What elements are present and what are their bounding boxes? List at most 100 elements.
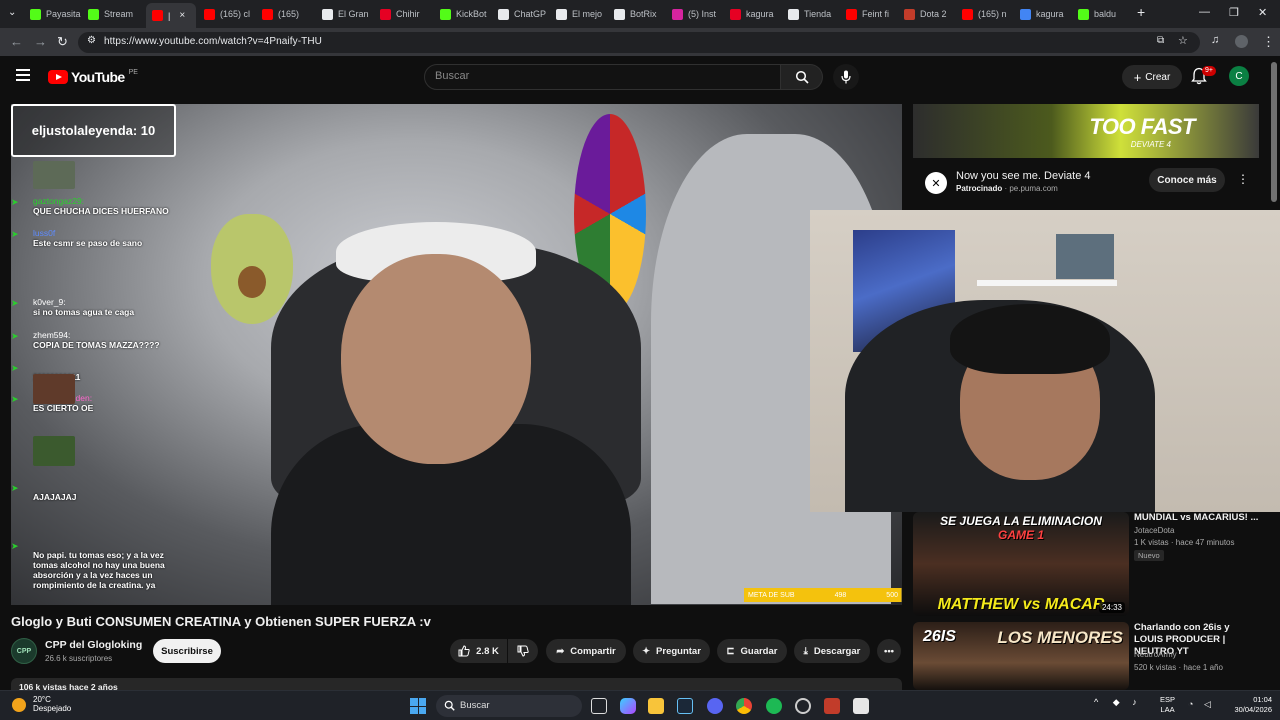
profile-icon[interactable] [1235, 35, 1248, 48]
browser-tab[interactable]: Stream [88, 4, 142, 24]
file-explorer-icon[interactable] [648, 698, 664, 714]
account-avatar[interactable]: C [1229, 66, 1249, 86]
close-tab-icon[interactable]: × [179, 10, 185, 21]
calculator-icon[interactable] [853, 698, 869, 714]
browser-tab[interactable]: Payasita [30, 4, 84, 24]
volume-icon[interactable]: ◁ [1204, 699, 1211, 710]
download-button[interactable]: ⤓ Descargar [794, 639, 870, 663]
browser-tab[interactable]: El Gran [322, 4, 376, 24]
chrome-icon[interactable] [736, 698, 752, 714]
country-code: PE [128, 68, 138, 76]
taskbar-clock[interactable]: 01:04 30/04/2026 [1222, 695, 1272, 715]
browser-tab[interactable]: kagura [1020, 4, 1074, 24]
restore-icon[interactable]: ❐ [1229, 6, 1239, 19]
browser-tab[interactable]: Dota 2 [904, 4, 958, 24]
ad-title[interactable]: Now you see me. Deviate 4 [956, 170, 1091, 182]
ad-cta-button[interactable]: Conoce más [1149, 168, 1225, 192]
chevron-up-icon[interactable]: ^ [1094, 697, 1098, 707]
bookmark-star-icon[interactable]: ☆ [1178, 34, 1188, 47]
recommended-channel[interactable]: JotaceDota [1134, 526, 1174, 535]
chat-emote [33, 374, 75, 404]
channel-name[interactable]: CPP del Glogloking [45, 639, 142, 651]
install-app-icon[interactable]: ⧉ [1157, 35, 1164, 46]
wifi-icon[interactable]: ◔ [1188, 699, 1193, 709]
youtube-play-icon [48, 70, 68, 84]
sub-goal-label: META DE SUB [748, 591, 795, 599]
new-tab-button[interactable]: + [1137, 4, 1145, 20]
browser-tab[interactable]: Feint fi [846, 4, 900, 24]
spotify-icon[interactable] [766, 698, 782, 714]
language-indicator[interactable]: ESP LAA [1160, 695, 1175, 715]
browser-tab[interactable]: kagura [730, 4, 784, 24]
subscribe-button[interactable]: Suscribirse [153, 639, 221, 663]
site-info-icon[interactable]: ⚙ [87, 35, 96, 46]
browser-menu-icon[interactable]: ⋮ [1262, 34, 1275, 50]
copilot-icon[interactable] [620, 698, 636, 714]
tab-title: Stream [104, 9, 134, 19]
video-title: Gloglo y Buti CONSUMEN CREATINA y Obtien… [11, 614, 431, 629]
ad-card[interactable]: TOO FAST DEVIATE 4 ✕ Now you see me. Dev… [913, 104, 1259, 206]
weather-widget[interactable]: 20°C Despejado [33, 695, 71, 713]
close-window-icon[interactable]: ✕ [1258, 6, 1267, 19]
forward-icon[interactable]: → [34, 34, 47, 49]
browser-tab[interactable]: KickBot [440, 4, 494, 24]
browser-tab[interactable]: baldu [1078, 4, 1132, 24]
recommended-thumbnail[interactable]: 26IS LOS MENORES [913, 622, 1129, 690]
share-button[interactable]: ➦ Compartir [546, 639, 626, 663]
browser-tab[interactable]: ChatGP [498, 4, 552, 24]
ad-banner[interactable]: TOO FAST DEVIATE 4 [913, 104, 1259, 158]
ad-more-icon[interactable]: ⋮ [1237, 172, 1249, 186]
browser-tab[interactable]: | × [146, 3, 196, 28]
browser-tab[interactable]: (165) cl [204, 4, 258, 24]
search-button[interactable] [781, 64, 823, 90]
taskbar-search[interactable]: Buscar [436, 695, 582, 717]
task-view-icon[interactable] [591, 698, 607, 714]
minimize-icon[interactable]: — [1199, 6, 1210, 18]
browser-tab[interactable]: El mejo [556, 4, 610, 24]
system-tray[interactable]: ^ ◆ ♪ [1094, 697, 1137, 708]
browser-tab[interactable]: (165) n [962, 4, 1016, 24]
page-scrollbar[interactable] [1271, 62, 1277, 202]
tab-title: Feint fi [862, 9, 890, 19]
recommended-thumbnail[interactable]: SE JUEGA LA ELIMINACION GAME 1 MATTHEW v… [913, 512, 1129, 616]
browser-tab[interactable]: Chihir [380, 4, 434, 24]
video-player[interactable]: eljustolaleyenda: 10 ➤ gaztongaz29: QUE CH… [11, 104, 902, 605]
tab-list-button[interactable]: ⌄ [8, 7, 16, 18]
reload-icon[interactable]: ↻ [57, 34, 68, 50]
browser-tab[interactable]: (5) Inst [672, 4, 726, 24]
steam-icon[interactable] [677, 698, 693, 714]
search-input[interactable] [435, 70, 765, 82]
dislike-button[interactable] [508, 639, 538, 663]
channel-avatar[interactable]: CPP [11, 638, 37, 664]
more-actions-button[interactable]: ••• [877, 639, 901, 663]
tab-title: | [168, 10, 171, 21]
address-bar[interactable]: ⚙ https://www.youtube.com/watch?v=4Pnaif… [78, 32, 1200, 53]
discord-icon[interactable] [707, 698, 723, 714]
webcam-shelf [977, 280, 1117, 286]
recommended-video[interactable]: SE JUEGA LA ELIMINACION GAME 1 MATTHEW v… [913, 512, 1259, 616]
ask-button[interactable]: ✦ Preguntar [633, 639, 710, 663]
recommended-title[interactable]: MUNDIAL vs MACARIUS! ... [1134, 512, 1259, 524]
sub-goal-current: 498 [834, 591, 847, 599]
browser-tab[interactable]: BotRix [614, 4, 668, 24]
voice-search-button[interactable] [833, 64, 859, 90]
browser-tab[interactable]: Tienda [788, 4, 842, 24]
tab-favicon-icon [152, 10, 163, 21]
search-box[interactable] [424, 64, 781, 90]
youtube-logo[interactable]: YouTube PE [48, 69, 138, 85]
like-button[interactable]: 2.8 K [450, 639, 507, 663]
mic-tray-icon[interactable]: ♪ [1132, 697, 1137, 707]
url-text[interactable]: https://www.youtube.com/watch?v=4Pnaify-… [104, 36, 322, 47]
app-icon[interactable] [824, 698, 840, 714]
create-button[interactable]: + Crear [1122, 65, 1182, 89]
settings-icon[interactable] [795, 698, 811, 714]
back-icon[interactable]: ← [10, 34, 23, 49]
windows-start-icon[interactable] [410, 698, 426, 714]
media-control-icon[interactable]: ♫ [1211, 34, 1219, 46]
guide-menu-icon[interactable] [16, 69, 30, 81]
tab-title: ChatGP [514, 9, 547, 19]
recommended-channel[interactable]: NeutroArmy [1134, 650, 1177, 659]
network-tray-icon[interactable]: ◆ [1113, 697, 1120, 707]
browser-tab[interactable]: (165) [262, 4, 316, 24]
save-button[interactable]: ⊏ Guardar [717, 639, 787, 663]
